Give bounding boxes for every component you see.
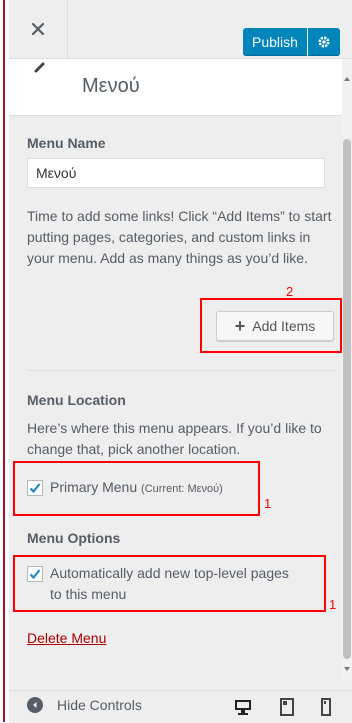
plus-icon: + <box>234 316 246 336</box>
checkmark-icon <box>29 569 41 580</box>
panel-scrollbar[interactable] <box>342 59 352 679</box>
publish-settings-button[interactable] <box>307 28 340 56</box>
mobile-preview-icon[interactable] <box>321 698 331 716</box>
current-menu-note: (Current: Μενού) <box>141 483 223 495</box>
delete-menu-link[interactable]: Delete Menu <box>27 630 106 646</box>
auto-add-pages-checkbox[interactable] <box>27 566 43 582</box>
auto-add-pages-option[interactable]: Automatically add new top-level pages to… <box>27 563 289 605</box>
menu-location-label: Menu Location <box>27 392 126 408</box>
hide-controls-label: Hide Controls <box>57 697 142 713</box>
primary-menu-text: Primary Menu <box>50 479 138 495</box>
menu-name-input[interactable] <box>27 158 325 188</box>
auto-add-pages-label: Automatically add new top-level pages to… <box>50 563 289 605</box>
primary-menu-label: Primary Menu (Current: Μενού) <box>50 477 223 500</box>
collapse-arrow-icon <box>27 697 43 713</box>
publish-group: Publish <box>243 28 340 56</box>
annotation-number: 1 <box>264 496 272 511</box>
back-button[interactable] <box>9 59 71 115</box>
checkmark-icon <box>29 483 41 494</box>
menu-name-label: Menu Name <box>27 135 106 151</box>
section-header: Μενού <box>9 59 342 116</box>
section-title: Μενού <box>82 75 140 97</box>
hide-controls-button[interactable]: Hide Controls <box>27 697 142 713</box>
left-edge <box>0 0 9 722</box>
primary-menu-checkbox[interactable] <box>27 480 43 496</box>
menu-location-description: Here’s where this menu appears. If you’d… <box>27 420 322 457</box>
customizer-footer: Hide Controls <box>9 690 352 723</box>
auto-add-line2: to this menu <box>50 586 127 602</box>
close-icon <box>31 22 45 36</box>
section-divider <box>27 370 335 371</box>
scroll-down-arrow-icon[interactable] <box>344 667 350 671</box>
customizer-header: Publish <box>9 0 352 59</box>
annotation-number: 2 <box>286 284 294 299</box>
chevron-left-icon <box>34 62 45 73</box>
primary-menu-option[interactable]: Primary Menu (Current: Μενού) <box>27 477 223 500</box>
add-items-help-text: Time to add some links! Click “Add Items… <box>27 208 332 266</box>
scroll-thumb[interactable] <box>343 139 351 659</box>
gear-icon <box>318 36 330 48</box>
close-button[interactable] <box>9 0 68 58</box>
desktop-preview-icon[interactable] <box>234 698 252 716</box>
auto-add-line1: Automatically add new top-level pages <box>50 565 289 581</box>
tablet-preview-icon[interactable] <box>280 698 294 716</box>
publish-button[interactable]: Publish <box>243 28 307 56</box>
menu-options-label: Menu Options <box>27 530 121 546</box>
customizer-panel: Publish Μενού Menu Name Time to add some… <box>9 0 352 723</box>
add-items-label: Add Items <box>252 318 316 334</box>
left-edge-line <box>3 0 5 722</box>
add-items-button[interactable]: + Add Items <box>216 311 334 341</box>
annotation-number: 1 <box>329 597 337 612</box>
scroll-up-arrow-icon[interactable] <box>344 77 350 81</box>
